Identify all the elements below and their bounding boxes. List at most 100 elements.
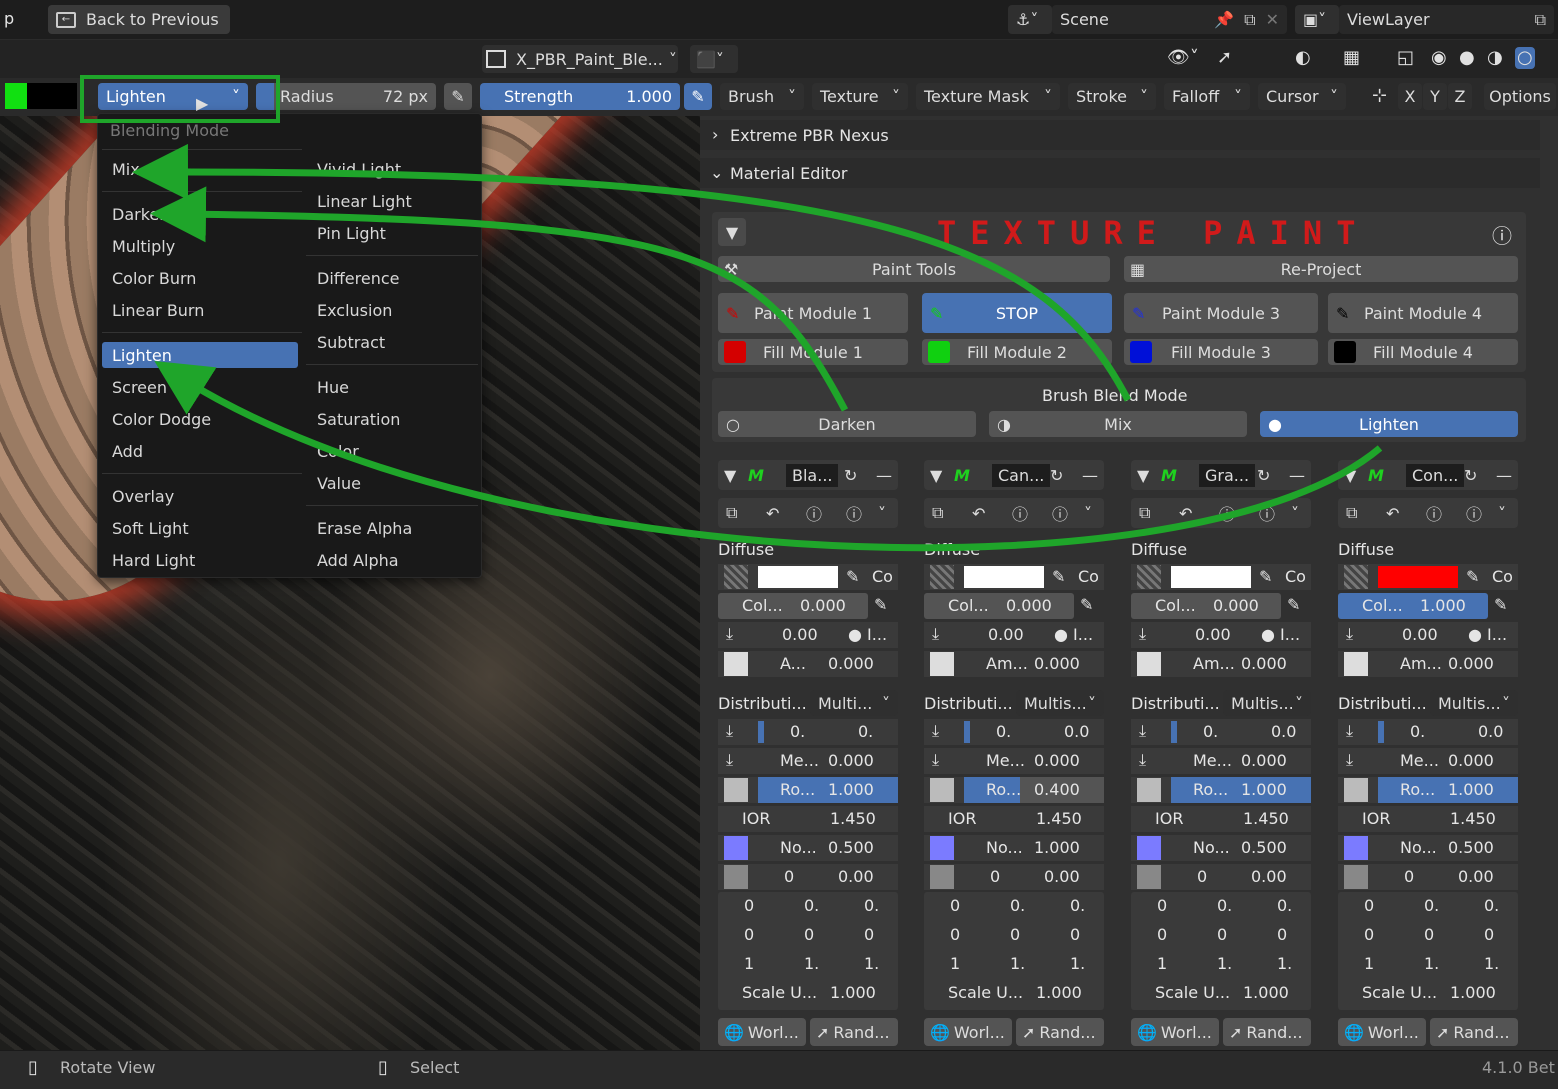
transform-value[interactable]: 1. <box>1484 954 1499 973</box>
gizmo-icon[interactable]: ➚ <box>1217 49 1232 67</box>
distribution-b[interactable]: 0. <box>858 722 873 741</box>
menu-item-color[interactable]: Color <box>317 442 359 461</box>
displacement-a[interactable]: 0 <box>784 867 794 886</box>
diffuse-color-swatch[interactable] <box>758 566 838 588</box>
undo-icon[interactable]: ↶ <box>972 504 985 523</box>
transform-value[interactable]: 0. <box>1010 896 1025 915</box>
menu-item-darken[interactable]: Darken <box>112 205 169 224</box>
ambient-texture-thumbnail[interactable] <box>930 652 954 676</box>
primary-color-swatch[interactable] <box>5 83 27 109</box>
height-value[interactable]: 0.00 <box>1195 625 1231 644</box>
ambient-value[interactable]: 0.000 <box>1241 654 1287 673</box>
invert-toggle[interactable]: ● I... <box>1468 625 1507 644</box>
distribution-b[interactable]: 0.0 <box>1478 722 1503 741</box>
paint-tools-button[interactable]: ⚒ Paint Tools <box>718 256 1110 282</box>
menu-item-soft-light[interactable]: Soft Light <box>112 519 189 538</box>
help-icon[interactable]: ⓘ <box>1012 501 1028 525</box>
transform-value[interactable]: 0 <box>1364 925 1374 944</box>
normal-texture-thumbnail[interactable] <box>1344 836 1368 860</box>
download-icon[interactable]: ⤓ <box>726 624 733 644</box>
layer-name[interactable]: Can... <box>992 463 1051 487</box>
height-value[interactable]: 0.00 <box>988 625 1024 644</box>
menu-item-add[interactable]: Add <box>112 442 143 461</box>
transform-value[interactable]: 0 <box>1070 925 1080 944</box>
transform-value[interactable]: 1. <box>864 954 879 973</box>
distribution-dropdown[interactable]: Multis... ˅ <box>1430 690 1518 716</box>
help-icon[interactable]: ⓘ <box>1492 220 1512 249</box>
scene-name-field[interactable]: Scene 📌 ⧉ ✕ <box>1052 5 1287 34</box>
stop-button[interactable]: ✎ STOP <box>922 293 1112 333</box>
collapse-icon[interactable]: ▼ <box>1344 466 1356 485</box>
menu-item-pin-light[interactable]: Pin Light <box>317 224 386 243</box>
metallic-value[interactable]: 0.000 <box>828 751 874 770</box>
download-icon[interactable]: ⤓ <box>932 750 939 770</box>
transform-value[interactable]: 0. <box>1277 896 1292 915</box>
undo-icon[interactable]: ↶ <box>766 504 779 523</box>
help-icon[interactable]: ⓘ <box>1052 501 1068 525</box>
help-icon[interactable]: ⓘ <box>1426 501 1442 525</box>
chevron-down-icon[interactable]: ˅ <box>1291 504 1299 523</box>
download-icon[interactable]: ⤓ <box>1346 721 1353 741</box>
layer-header[interactable]: ▼ M Can... ↻ — <box>924 460 1104 490</box>
menu-item-subtract[interactable]: Subtract <box>317 333 385 352</box>
transform-value[interactable]: 0 <box>1277 925 1287 944</box>
distribution-b[interactable]: 0.0 <box>1064 722 1089 741</box>
eyedropper-icon[interactable]: ✎ <box>1287 595 1300 614</box>
height-value[interactable]: 0.00 <box>782 625 818 644</box>
re-project-button[interactable]: ▦ Re-Project <box>1124 256 1518 282</box>
download-icon[interactable]: ⤓ <box>1139 624 1146 644</box>
view-layer-field[interactable]: ViewLayer ⧉ <box>1339 5 1554 34</box>
transform-value[interactable]: 0. <box>1070 896 1085 915</box>
normal-value[interactable]: 0.500 <box>1448 838 1494 857</box>
menu-item-vivid-light[interactable]: Vivid Light <box>317 160 401 179</box>
transform-value[interactable]: 1 <box>1157 954 1167 973</box>
displacement-b[interactable]: 0.00 <box>1251 867 1287 886</box>
ambient-texture-thumbnail[interactable] <box>1344 652 1368 676</box>
menu-item-lighten[interactable]: Lighten <box>112 346 172 365</box>
menu-item-hue[interactable]: Hue <box>317 378 349 397</box>
world-button[interactable]: 🌐 Worl... <box>1338 1018 1426 1046</box>
height-value[interactable]: 0.00 <box>1402 625 1438 644</box>
scale-value[interactable]: 1.000 <box>1450 983 1496 1002</box>
download-icon[interactable]: ⤓ <box>726 750 733 770</box>
copy-scene-icon[interactable]: ⧉ <box>1244 10 1255 30</box>
paint-module-1-button[interactable]: ✎ Paint Module 1 <box>718 293 908 333</box>
normal-value[interactable]: 0.500 <box>828 838 874 857</box>
diffuse-texture-thumbnail[interactable] <box>1137 565 1161 589</box>
distribution-b[interactable]: 0.0 <box>1271 722 1296 741</box>
chevron-down-icon[interactable]: ˅ <box>1498 504 1506 523</box>
blend-lighten-option[interactable]: ● Lighten <box>1260 411 1518 437</box>
transform-value[interactable]: 0 <box>744 925 754 944</box>
transform-value[interactable]: 0 <box>950 896 960 915</box>
transform-value[interactable]: 1. <box>1010 954 1025 973</box>
remove-icon[interactable]: — <box>1082 466 1098 485</box>
xray-icon[interactable]: ◱ <box>1397 49 1414 67</box>
transform-value[interactable]: 1. <box>1277 954 1292 973</box>
world-button[interactable]: 🌐 Worl... <box>718 1018 806 1046</box>
ambient-value[interactable]: 0.000 <box>828 654 874 673</box>
diffuse-color-swatch[interactable] <box>1378 566 1458 588</box>
world-button[interactable]: 🌐 Worl... <box>924 1018 1012 1046</box>
displacement-texture-thumbnail[interactable] <box>724 865 748 889</box>
brush-shape-selector[interactable]: ⬛˅ <box>690 45 738 73</box>
roughness-texture-thumbnail[interactable] <box>1344 778 1368 802</box>
radius-pressure-icon[interactable]: ✎ <box>444 83 472 110</box>
back-to-previous-button[interactable]: ← Back to Previous <box>48 5 230 34</box>
transform-value[interactable]: 0 <box>1364 896 1374 915</box>
random-button[interactable]: ➚ Rand... <box>810 1018 898 1046</box>
diffuse-color-swatch[interactable] <box>1171 566 1251 588</box>
scale-value[interactable]: 1.000 <box>830 983 876 1002</box>
diffuse-texture-thumbnail[interactable] <box>724 565 748 589</box>
download-icon[interactable]: ⤓ <box>1346 624 1353 644</box>
download-icon[interactable]: ⤓ <box>1139 750 1146 770</box>
layer-header[interactable]: ▼ M Bla... ↻ — <box>718 460 898 490</box>
distribution-dropdown[interactable]: Multis... ˅ <box>1223 690 1311 716</box>
menu-item-hard-light[interactable]: Hard Light <box>112 551 195 570</box>
eyedropper-icon[interactable]: ✎ <box>1052 567 1065 586</box>
transform-value[interactable]: 0. <box>1424 896 1439 915</box>
ior-row[interactable]: IOR 1.450 <box>1131 806 1311 832</box>
rendered-icon[interactable]: ○ <box>1515 47 1535 69</box>
roughness-texture-thumbnail[interactable] <box>724 778 748 802</box>
fill-module-1-button[interactable]: Fill Module 1 <box>718 339 908 365</box>
layer-name[interactable]: Bla... <box>786 463 839 487</box>
